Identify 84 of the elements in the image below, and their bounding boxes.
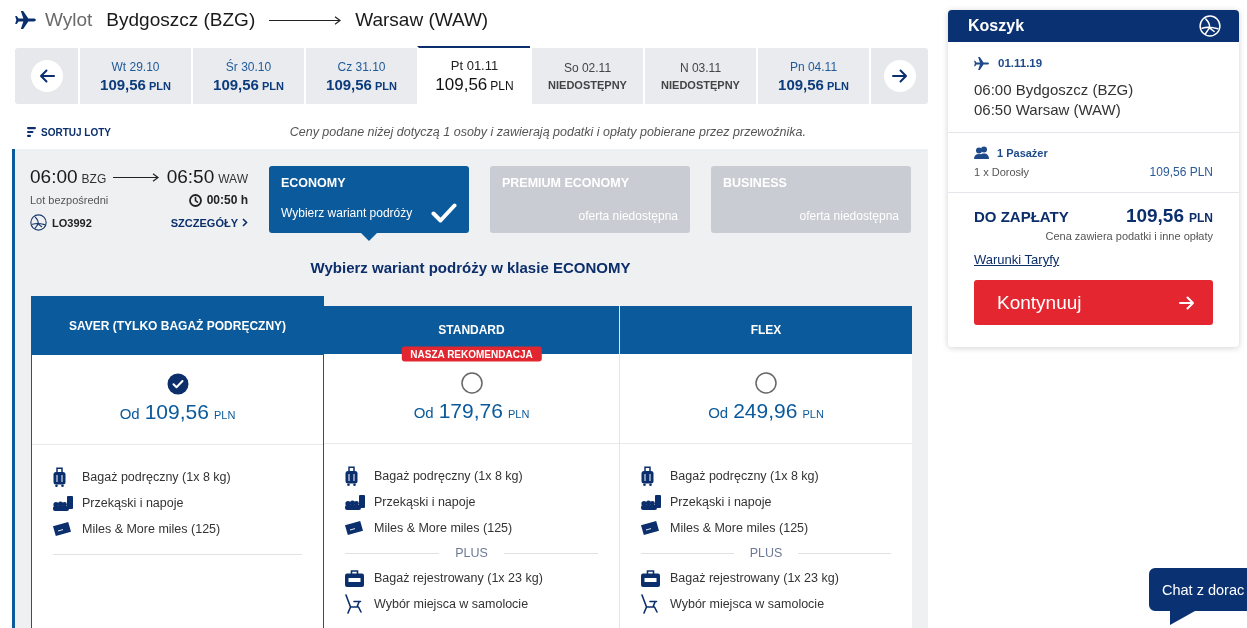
flight-number: LO3992 xyxy=(52,216,92,229)
flight-date: 01.11.19 xyxy=(998,57,1043,69)
fare-name: STANDARD xyxy=(438,323,505,337)
departure-time: 06:00 xyxy=(30,166,78,188)
flight-type: Lot bezpośredni xyxy=(30,194,109,206)
chat-button[interactable]: Chat z dorac xyxy=(1149,568,1247,625)
feature-text: Miles & More miles (125) xyxy=(82,522,221,536)
plane-icon xyxy=(15,11,36,29)
fare-terms-link[interactable]: Warunki Taryfy xyxy=(974,252,1060,267)
fare-price: Od 109,56 PLN xyxy=(119,400,236,424)
origin-city: Bydgoszcz (BZG) xyxy=(106,9,256,31)
arrow-right-icon xyxy=(891,69,908,83)
fare-heading: Wybierz wariant podróży w klasie ECONOMY xyxy=(309,259,632,276)
arrow-icon xyxy=(269,15,342,25)
destination-city: Warsaw (WAW) xyxy=(355,9,489,31)
snacks-icon xyxy=(641,494,661,510)
feature-text: Bagaż rejestrowany (1x 23 kg) xyxy=(670,571,839,585)
route-text: 06:00 Bydgoszcz (BZG) xyxy=(974,80,1135,100)
plane-icon xyxy=(974,56,989,70)
suitcase-icon xyxy=(53,467,66,487)
feature-text: Bagaż podręczny (1x 8 kg) xyxy=(374,469,523,483)
feature-text: Przekąski i napoje xyxy=(82,496,184,510)
details-link[interactable]: SZCZEGÓŁY xyxy=(170,216,248,229)
feature-text: Bagaż podręczny (1x 8 kg) xyxy=(82,470,231,484)
recommendation-badge: NASZA REKOMENDACJA xyxy=(401,346,542,362)
flight-duration: 00:50 h xyxy=(206,193,248,207)
logo-icon xyxy=(1199,15,1221,37)
seat-icon xyxy=(641,594,658,614)
card-icon xyxy=(641,521,659,535)
feature-text: Miles & More miles (125) xyxy=(670,521,809,535)
check-icon xyxy=(431,203,457,223)
suitcase-icon xyxy=(641,466,654,486)
seat-icon xyxy=(345,594,362,614)
arrival-time: 06:50 xyxy=(166,166,215,188)
radio-button[interactable] xyxy=(755,372,777,394)
fare-name: SAVER (TYLKO BAGAŻ PODRĘCZNY) xyxy=(68,319,287,333)
next-dates-button[interactable] xyxy=(883,60,916,92)
passenger-type: 1 x Dorosły xyxy=(974,166,1030,178)
total-label: DO ZAPŁATY xyxy=(974,208,1069,225)
airport-code: WAW xyxy=(218,172,248,186)
total-price: 109,56 PLN xyxy=(1125,205,1213,227)
fare-price: Od 249,96 PLN xyxy=(708,399,824,423)
feature-text: Wybór miejsca w samolocie xyxy=(670,597,825,611)
cart-title: Koszyk xyxy=(968,17,1025,35)
radio-button[interactable] xyxy=(460,372,483,394)
plus-label: PLUS xyxy=(454,546,489,560)
previous-dates-button[interactable] xyxy=(30,60,63,92)
card-icon xyxy=(53,522,71,536)
fare-name: FLEX xyxy=(750,323,782,337)
passengers-label: 1 Pasażer xyxy=(997,146,1048,159)
feature-text: Przekąski i napoje xyxy=(670,495,772,509)
feature-text: Przekąski i napoje xyxy=(374,495,476,509)
date-tab[interactable]: Pt 01.11 109,56 PLN xyxy=(417,46,530,104)
price-note: Cena zawiera podatki i inne opłaty xyxy=(1044,230,1213,242)
continue-button[interactable]: Kontynuuj xyxy=(974,280,1213,325)
chevron-right-icon xyxy=(242,218,248,227)
sort-button[interactable]: SORTUJ LOTY xyxy=(27,126,111,138)
sort-icon xyxy=(27,127,36,137)
briefcase-icon xyxy=(641,569,660,587)
fare-price: Od 179,76 PLN xyxy=(413,399,530,423)
arrow-left-icon xyxy=(38,69,55,83)
feature-text: Miles & More miles (125) xyxy=(374,521,513,535)
feature-text: Wybór miejsca w samolocie xyxy=(374,597,529,611)
direction-label: Wylot xyxy=(45,9,93,31)
arrow-right-icon xyxy=(1179,295,1195,310)
pointer-triangle-icon xyxy=(361,233,377,241)
cabin-option[interactable]: ECONOMY Wybierz wariant podróży xyxy=(269,166,469,233)
logo-icon xyxy=(30,214,47,231)
feature-text: Bagaż podręczny (1x 8 kg) xyxy=(670,469,819,483)
suitcase-icon xyxy=(345,466,358,486)
feature-text: Bagaż rejestrowany (1x 23 kg) xyxy=(374,571,543,585)
airport-code: BZG xyxy=(81,172,107,186)
plus-label: PLUS xyxy=(748,546,784,560)
arrow-icon xyxy=(113,172,160,182)
clock-icon xyxy=(188,193,202,207)
card-icon xyxy=(345,521,363,535)
snacks-icon xyxy=(345,494,365,510)
briefcase-icon xyxy=(345,569,364,587)
price-notice: Ceny podane niżej dotyczą 1 osoby i zawierają podatki i opłaty pobierane przez przewoźnika. xyxy=(289,125,806,139)
users-icon xyxy=(974,146,989,159)
radio-button[interactable] xyxy=(166,373,189,395)
route-text: 06:50 Warsaw (WAW) xyxy=(974,100,1122,120)
passenger-price: 109,56 PLN xyxy=(1149,165,1213,179)
snacks-icon xyxy=(53,495,73,511)
